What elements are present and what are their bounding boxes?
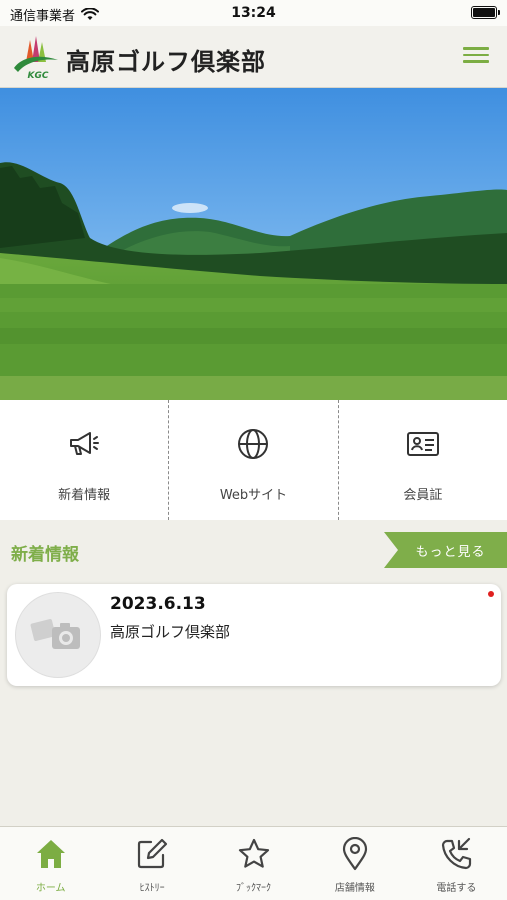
star-icon: [238, 838, 269, 868]
tab-history[interactable]: ﾋｽﾄﾘｰ: [101, 827, 202, 900]
tab-label: ﾋｽﾄﾘｰ: [139, 883, 165, 894]
news-card[interactable]: 2023.6.13 高原ゴルフ倶楽部: [7, 584, 501, 686]
tab-label: ﾌﾞｯｸﾏｰｸ: [236, 883, 272, 894]
home-icon: [36, 840, 65, 868]
tab-label: 店舗情報: [334, 883, 375, 894]
tab-bar: ホーム ﾋｽﾄﾘｰ ﾌﾞｯｸﾏｰｸ 店舗情報 電話する: [0, 826, 507, 900]
tab-home[interactable]: ホーム: [0, 827, 101, 900]
kgc-logo: KGC: [14, 36, 58, 80]
unread-indicator: [488, 591, 494, 597]
quick-link-label: 会員証: [403, 488, 443, 503]
tab-label: ホーム: [35, 883, 66, 894]
news-thumbnail: [15, 592, 101, 678]
app-header: KGC 高原ゴルフ倶楽部: [0, 26, 507, 88]
hero-accent-bar: [0, 376, 507, 400]
id-card-icon: [406, 432, 439, 456]
quick-link-website[interactable]: Webサイト: [168, 400, 337, 520]
quick-link-label: Webサイト: [219, 488, 288, 503]
hamburger-icon[interactable]: [463, 43, 489, 69]
quick-links: 新着情報 Webサイト 会員証: [0, 400, 507, 520]
more-button[interactable]: もっと見る: [384, 532, 507, 568]
golf-course-photo: [0, 88, 507, 378]
news-text: 高原ゴルフ倶楽部: [110, 623, 231, 641]
tab-call[interactable]: 電話する: [406, 827, 507, 900]
news-date: 2023.6.13: [110, 594, 206, 614]
battery-icon: [471, 6, 500, 19]
quick-link-label: 新着情報: [58, 488, 111, 503]
map-pin-icon: [342, 837, 368, 871]
tab-label: 電話する: [436, 883, 477, 894]
status-time: 13:24: [231, 5, 276, 21]
phone-icon: [442, 837, 472, 870]
no-photo-icon: [30, 619, 80, 649]
logo-text: KGC: [28, 71, 49, 80]
brand-name: 高原ゴルフ倶楽部: [66, 48, 266, 76]
news-section-title: 新着情報: [11, 545, 79, 565]
edit-icon: [138, 838, 168, 869]
quick-link-member-card[interactable]: 会員証: [337, 400, 507, 520]
status-bar: 通信事業者 13:24: [0, 0, 507, 26]
globe-icon: [238, 429, 269, 459]
hero-image: [0, 88, 507, 400]
megaphone-icon: [70, 432, 100, 455]
tab-store-info[interactable]: 店舗情報: [304, 827, 405, 900]
quick-link-news[interactable]: 新着情報: [0, 400, 168, 520]
news-section-header: 新着情報 もっと見る: [0, 532, 507, 568]
tab-bookmark[interactable]: ﾌﾞｯｸﾏｰｸ: [203, 827, 304, 900]
